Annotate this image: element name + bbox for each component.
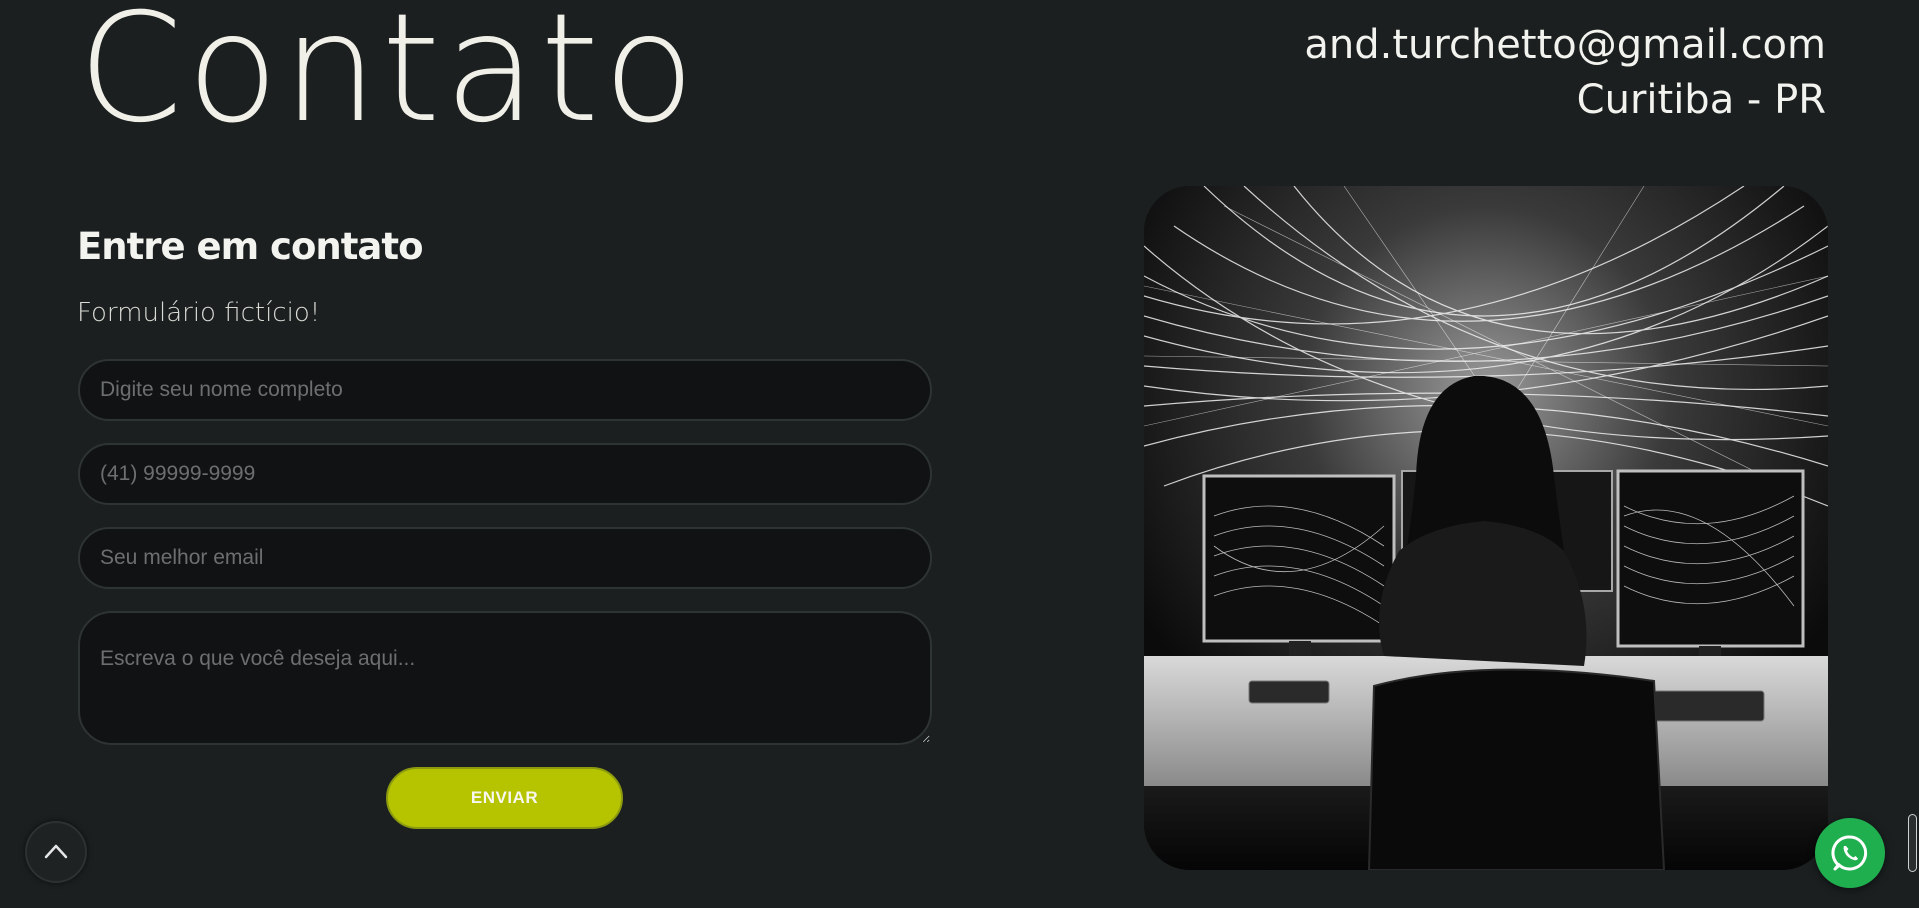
whatsapp-button[interactable] — [1815, 818, 1885, 888]
message-textarea[interactable] — [78, 611, 932, 745]
contact-email[interactable]: and.turchetto@gmail.com — [1304, 18, 1826, 72]
form-subtitle: Formulário fictício! — [77, 298, 321, 328]
phone-input[interactable] — [78, 443, 932, 505]
contact-image — [1144, 186, 1828, 870]
contact-city: Curitiba - PR — [1576, 77, 1826, 123]
form-heading: Entre em contato — [77, 225, 424, 268]
chevron-up-icon — [44, 844, 68, 859]
whatsapp-icon — [1831, 835, 1868, 871]
submit-button[interactable]: ENVIAR — [386, 767, 623, 829]
page-title: Contato — [78, 0, 699, 156]
scrollbar-thumb[interactable] — [1908, 814, 1917, 872]
email-input[interactable] — [78, 527, 932, 589]
name-input[interactable] — [78, 359, 932, 421]
woman-at-monitors-illustration — [1144, 186, 1828, 870]
scrollbar[interactable] — [1906, 0, 1919, 908]
contact-info: and.turchetto@gmail.com Curitiba - PR — [1304, 18, 1826, 128]
scroll-to-top-button[interactable] — [25, 821, 87, 883]
